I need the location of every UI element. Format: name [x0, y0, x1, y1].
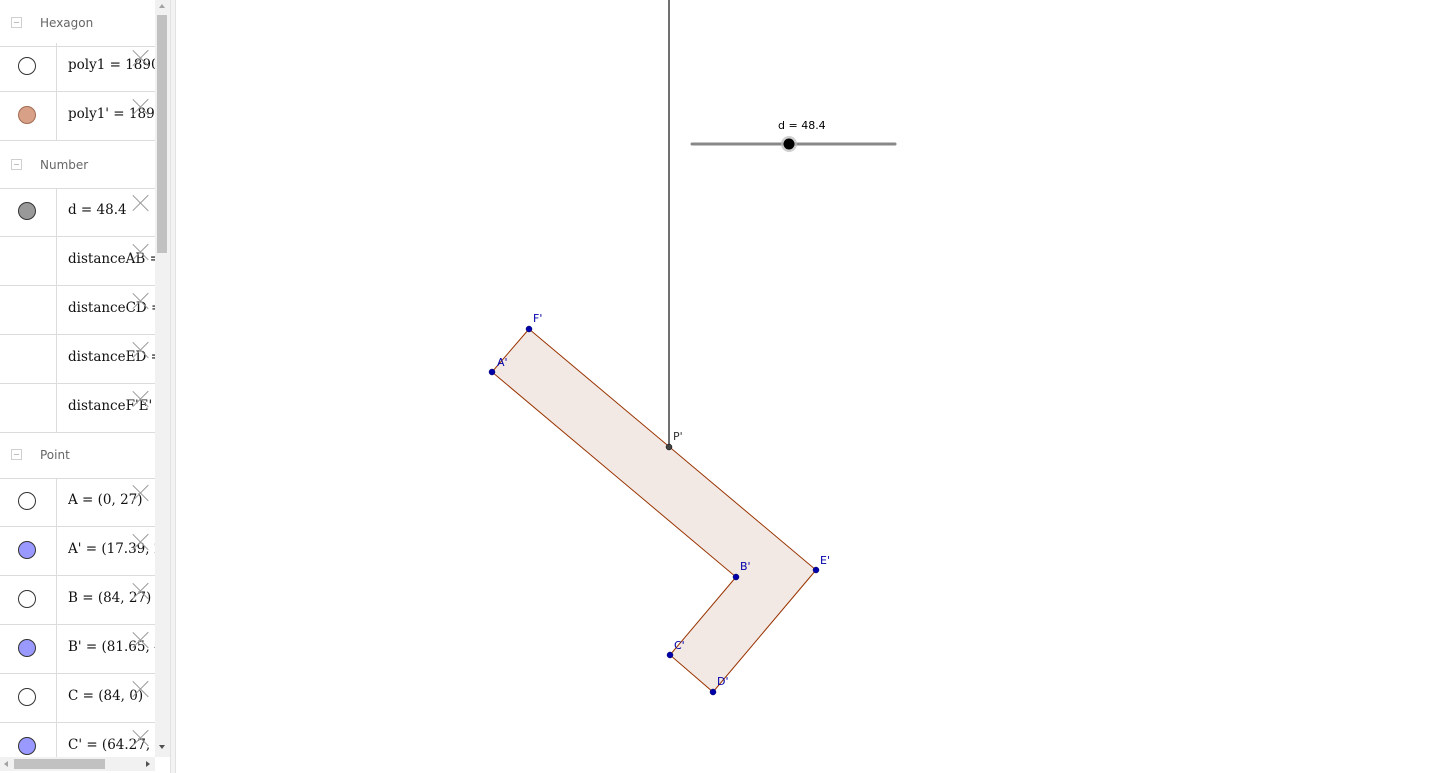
point-label-f-prime: F'	[533, 312, 542, 325]
point-p-prime[interactable]	[665, 443, 673, 451]
marble-cell	[0, 527, 57, 575]
delete-icon[interactable]	[132, 729, 150, 747]
collapse-toggle-icon[interactable]	[11, 449, 22, 460]
delete-icon[interactable]	[132, 194, 150, 212]
algebra-item-distanceAB[interactable]: distanceAB =	[0, 237, 155, 286]
visibility-toggle-icon[interactable]	[18, 737, 36, 755]
marble-cell	[0, 188, 57, 236]
algebra-view: Hexagon poly1 = 1890 poly1' = 1890 Numbe…	[0, 0, 155, 757]
delete-icon[interactable]	[132, 484, 150, 502]
point-b-prime[interactable]	[732, 573, 740, 581]
marble-cell	[0, 625, 57, 673]
slider-label: d = 48.4	[778, 119, 826, 132]
point-d-prime[interactable]	[709, 688, 717, 696]
marble-cell	[0, 43, 57, 91]
algebra-item-distanceED[interactable]: distanceED = 4	[0, 335, 155, 384]
algebra-item-poly1-prime[interactable]: poly1' = 1890	[0, 92, 155, 141]
collapse-toggle-icon[interactable]	[11, 17, 22, 28]
group-header-number[interactable]: Number	[0, 142, 155, 189]
algebra-item-point-b-prime[interactable]: B' = (81.65, -3	[0, 625, 155, 674]
delete-icon[interactable]	[132, 680, 150, 698]
scroll-up-icon[interactable]	[159, 4, 165, 8]
visibility-toggle-icon[interactable]	[18, 590, 36, 608]
slider-d[interactable]: d = 48.4	[690, 119, 897, 152]
scroll-down-icon[interactable]	[159, 745, 165, 749]
scroll-left-icon[interactable]	[4, 761, 8, 767]
visibility-toggle-icon[interactable]	[18, 106, 36, 124]
group-label: Point	[40, 448, 70, 462]
collapse-toggle-icon[interactable]	[11, 159, 22, 170]
visibility-toggle-icon[interactable]	[18, 541, 36, 559]
visibility-toggle-icon[interactable]	[18, 639, 36, 657]
view-divider[interactable]	[170, 0, 176, 773]
group-header-hexagon[interactable]: Hexagon	[0, 0, 155, 47]
algebra-item-point-a-prime[interactable]: A' = (17.39, 2	[0, 527, 155, 576]
scrollbar-thumb[interactable]	[157, 15, 167, 253]
delete-icon[interactable]	[132, 49, 150, 67]
scroll-right-icon[interactable]	[146, 761, 150, 767]
polygon-poly1-prime[interactable]	[491, 328, 817, 693]
algebra-item-point-b[interactable]: B = (84, 27)	[0, 576, 155, 625]
horizontal-scrollbar[interactable]	[0, 757, 155, 771]
delete-icon[interactable]	[132, 98, 150, 116]
point-label-p-prime: P'	[673, 430, 683, 443]
marble-cell	[0, 286, 57, 334]
group-label: Number	[40, 158, 89, 172]
visibility-toggle-icon[interactable]	[18, 688, 36, 706]
visibility-toggle-icon[interactable]	[18, 492, 36, 510]
algebra-item-distanceCD[interactable]: distanceCD =	[0, 286, 155, 335]
marble-cell	[0, 384, 57, 432]
point-label-d-prime: D'	[717, 675, 729, 688]
algebra-item-point-c-prime[interactable]: C' = (64.27, -5	[0, 723, 155, 757]
marble-cell	[0, 237, 57, 285]
delete-icon[interactable]	[132, 631, 150, 649]
vertical-scrollbar[interactable]	[155, 0, 170, 757]
graphics-view[interactable]: d = 48.4 F' A' P' B' E' C' D'	[0, 0, 1440, 773]
point-label-c-prime: C'	[674, 639, 685, 652]
algebra-item-d[interactable]: d = 48.4	[0, 188, 155, 237]
marble-cell	[0, 335, 57, 383]
marble-cell	[0, 92, 57, 140]
delete-icon[interactable]	[132, 341, 150, 359]
slider-handle-dot[interactable]	[783, 138, 795, 150]
marble-cell	[0, 723, 57, 757]
point-c-prime[interactable]	[666, 651, 674, 659]
delete-icon[interactable]	[132, 533, 150, 551]
marble-cell	[0, 478, 57, 526]
group-header-point[interactable]: Point	[0, 432, 155, 479]
delete-icon[interactable]	[132, 390, 150, 408]
marble-cell	[0, 674, 57, 722]
delete-icon[interactable]	[132, 582, 150, 600]
algebra-item-point-c[interactable]: C = (84, 0)	[0, 674, 155, 723]
point-a-prime[interactable]	[488, 368, 496, 376]
visibility-toggle-icon[interactable]	[18, 202, 36, 220]
group-label: Hexagon	[40, 16, 94, 30]
point-label-b-prime: B'	[740, 560, 751, 573]
algebra-item-poly1[interactable]: poly1 = 1890	[0, 43, 155, 92]
algebra-item-point-a[interactable]: A = (0, 27)	[0, 478, 155, 527]
marble-cell	[0, 576, 57, 624]
delete-icon[interactable]	[132, 292, 150, 310]
point-label-a-prime: A'	[497, 356, 508, 369]
scrollbar-thumb[interactable]	[14, 759, 105, 769]
point-label-e-prime: E'	[820, 554, 830, 567]
algebra-item-distanceFE[interactable]: distanceF'E' =	[0, 384, 155, 433]
visibility-toggle-icon[interactable]	[18, 57, 36, 75]
point-e-prime[interactable]	[812, 566, 820, 574]
point-f-prime[interactable]	[525, 325, 533, 333]
delete-icon[interactable]	[132, 243, 150, 261]
